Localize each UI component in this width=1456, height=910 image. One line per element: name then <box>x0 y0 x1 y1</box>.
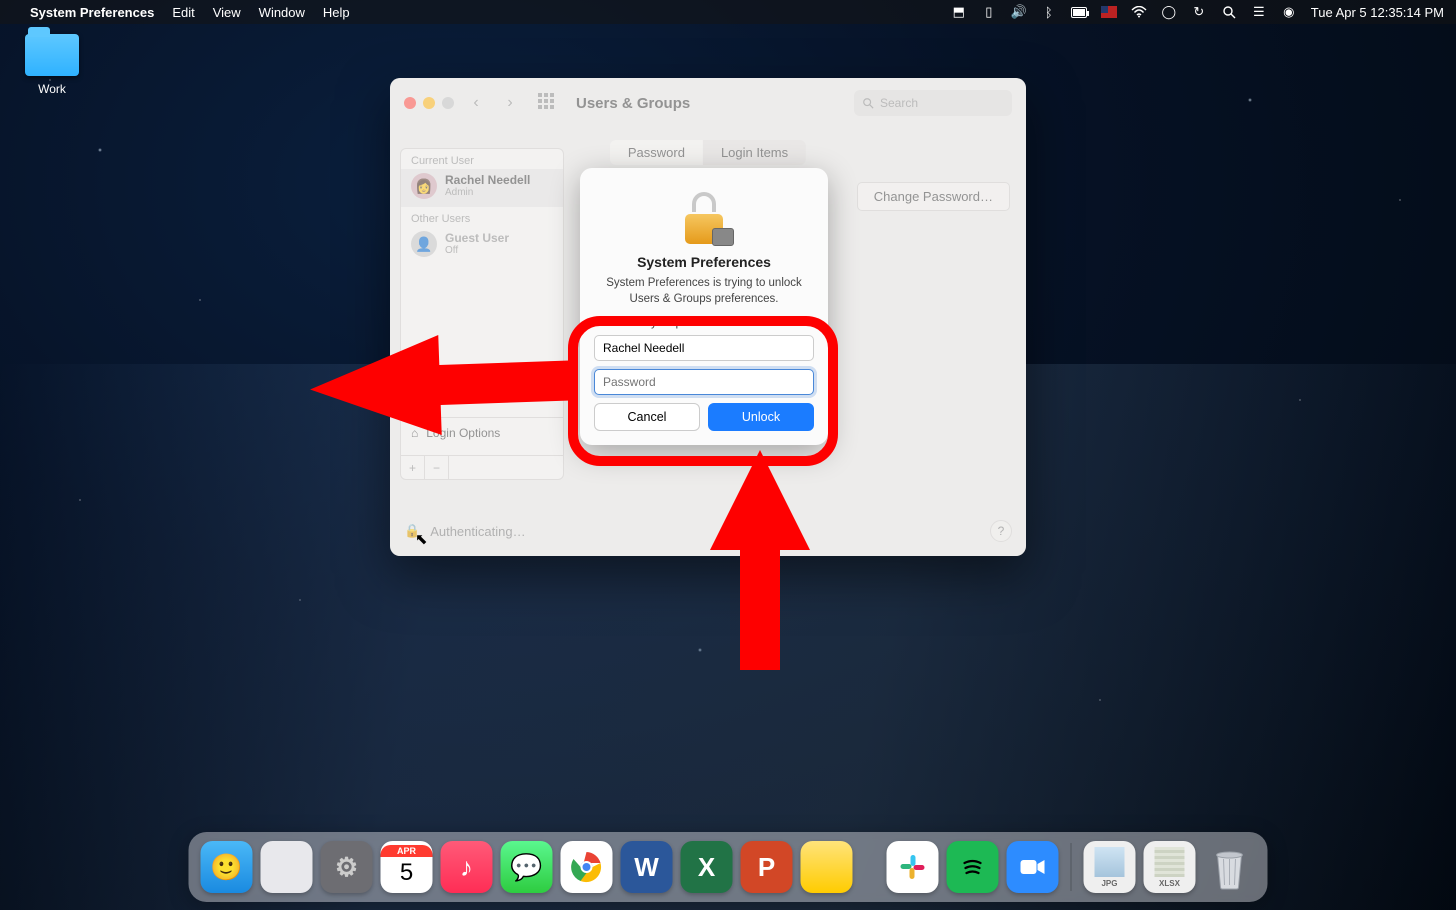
desktop-folder-work[interactable]: Work <box>16 34 88 96</box>
dock-trash[interactable] <box>1204 841 1256 893</box>
lock-status: Authenticating… <box>430 524 525 539</box>
sidebar-item-guest-user[interactable]: 👤 Guest User Off <box>401 227 563 265</box>
menu-window[interactable]: Window <box>259 5 305 20</box>
forward-button[interactable]: › <box>498 91 522 115</box>
change-password-button[interactable]: Change Password… <box>857 182 1010 211</box>
control-center-icon[interactable]: ☰ <box>1251 4 1267 20</box>
app-menu[interactable]: System Preferences <box>30 5 154 20</box>
back-button[interactable]: ‹ <box>464 91 488 115</box>
folder-label: Work <box>16 82 88 96</box>
dock-slack[interactable] <box>887 841 939 893</box>
username-field[interactable] <box>594 335 814 361</box>
bluetooth-icon[interactable]: ᛒ <box>1041 4 1057 20</box>
lock-prefs-icon <box>678 192 730 244</box>
mouse-cursor: ⬉ <box>415 530 428 548</box>
avatar: 👤 <box>411 231 437 257</box>
dock-excel[interactable]: X <box>681 841 733 893</box>
dock-system-preferences[interactable]: ⚙ <box>321 841 373 893</box>
user-name: Rachel Needell <box>445 174 530 187</box>
dock-music[interactable]: ♪ <box>441 841 493 893</box>
dock-notes[interactable] <box>801 841 853 893</box>
dock-chrome[interactable] <box>561 841 613 893</box>
dropbox-icon[interactable]: ⬒ <box>951 4 967 20</box>
login-options-button[interactable]: ⌂ Login Options <box>401 417 563 447</box>
dock-powerpoint[interactable]: P <box>741 841 793 893</box>
dock: 🙂 ⚙ APR 5 ♪ 💬 W X P JPG XLSX <box>189 832 1268 902</box>
menu-help[interactable]: Help <box>323 5 350 20</box>
password-field[interactable] <box>594 369 814 395</box>
siri-icon[interactable]: ◉ <box>1281 4 1297 20</box>
window-title: Users & Groups <box>576 95 690 112</box>
dock-file-jpg[interactable]: JPG <box>1084 841 1136 893</box>
spotlight-icon[interactable] <box>1221 4 1237 20</box>
window-titlebar: ‹ › Users & Groups Search <box>390 78 1026 128</box>
dock-calendar[interactable]: APR 5 <box>381 841 433 893</box>
menu-view[interactable]: View <box>213 5 241 20</box>
minimize-button[interactable] <box>423 97 435 109</box>
sidebar-item-current-user[interactable]: 👩 Rachel Needell Admin <box>401 169 563 207</box>
dock-separator <box>1071 843 1072 891</box>
login-options-label: Login Options <box>426 426 500 440</box>
remove-user-button[interactable]: − <box>425 456 449 479</box>
search-placeholder: Search <box>880 96 918 110</box>
dock-zoom[interactable] <box>1007 841 1059 893</box>
folder-icon <box>25 34 79 76</box>
dialog-instruction: Enter your password to allow this. <box>594 317 814 329</box>
dialog-message: System Preferences is trying to unlock U… <box>594 276 814 315</box>
file-ext: XLSX <box>1159 879 1180 888</box>
pm-spacer <box>449 456 563 479</box>
user-name: Guest User <box>445 232 509 245</box>
file-ext: JPG <box>1101 879 1117 888</box>
search-input[interactable]: Search <box>854 90 1012 116</box>
dock-messages[interactable]: 💬 <box>501 841 553 893</box>
cancel-button[interactable]: Cancel <box>594 403 700 431</box>
add-user-button[interactable]: + <box>401 456 425 479</box>
calendar-month: APR <box>381 845 433 857</box>
tab-login-items[interactable]: Login Items <box>703 140 806 165</box>
tab-password[interactable]: Password <box>610 140 703 165</box>
unlock-button[interactable]: Unlock <box>708 403 814 431</box>
calendar-day: 5 <box>400 857 413 889</box>
user-sidebar: Current User 👩 Rachel Needell Admin Othe… <box>400 148 564 480</box>
zoom-button[interactable] <box>442 97 454 109</box>
close-button[interactable] <box>404 97 416 109</box>
authentication-dialog: System Preferences System Preferences is… <box>580 168 828 445</box>
dock-spotify[interactable] <box>947 841 999 893</box>
battery-icon[interactable] <box>1071 4 1087 20</box>
wifi-icon[interactable] <box>1131 4 1147 20</box>
dock-launchpad[interactable] <box>261 841 313 893</box>
user-role: Off <box>445 245 509 256</box>
show-all-icon[interactable] <box>538 93 558 113</box>
timemachine-icon[interactable]: ↻ <box>1191 4 1207 20</box>
sidebar-header-current: Current User <box>401 149 563 169</box>
volume-icon[interactable]: 🔊 <box>1011 4 1027 20</box>
phone-sync-icon[interactable]: ▯ <box>981 4 997 20</box>
dock-finder[interactable]: 🙂 <box>201 841 253 893</box>
dialog-title: System Preferences <box>594 254 814 270</box>
input-flag-icon[interactable] <box>1101 4 1117 20</box>
user-role: Admin <box>445 187 530 198</box>
sidebar-header-other: Other Users <box>401 207 563 227</box>
clock[interactable]: Tue Apr 5 12:35:14 PM <box>1311 5 1444 20</box>
dock-file-xlsx[interactable]: XLSX <box>1144 841 1196 893</box>
tab-bar: Password Login Items <box>610 140 806 165</box>
home-icon: ⌂ <box>411 426 418 440</box>
dock-word[interactable]: W <box>621 841 673 893</box>
avatar: 👩 <box>411 173 437 199</box>
menu-bar: System Preferences Edit View Window Help… <box>0 0 1456 24</box>
user-icon[interactable]: ◯ <box>1161 4 1177 20</box>
menu-edit[interactable]: Edit <box>172 5 194 20</box>
help-button[interactable]: ? <box>990 520 1012 542</box>
